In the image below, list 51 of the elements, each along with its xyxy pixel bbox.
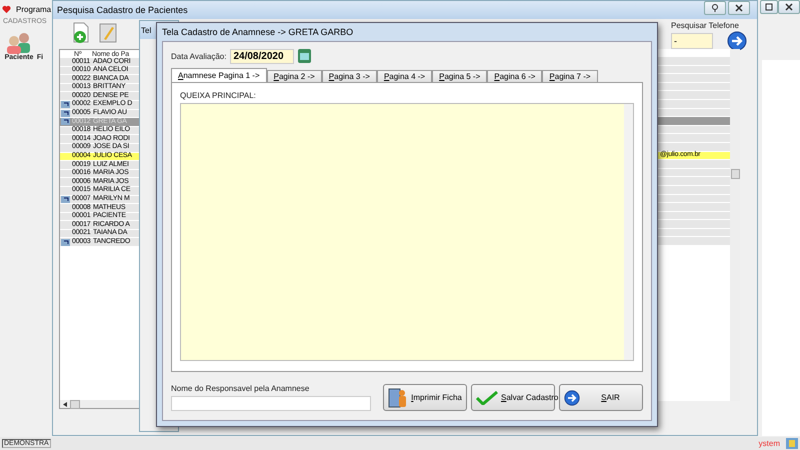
heart-icon — [2, 4, 11, 14]
tab[interactable]: Pagina 5 -> — [432, 70, 488, 82]
restore-icon — [765, 3, 773, 11]
tab[interactable]: Pagina 6 -> — [487, 70, 542, 82]
section-label: QUEIXA PRINCIPAL: — [180, 91, 257, 100]
scrollbar-thumb[interactable] — [731, 169, 740, 179]
link-icon — [61, 238, 70, 246]
phone-field[interactable]: - — [671, 33, 713, 49]
responsible-field[interactable] — [171, 396, 371, 411]
field-label: Pesquisar Telefone — [671, 21, 740, 30]
table-row[interactable] — [658, 160, 730, 169]
window-title: Pesquisa Cadastro de Pacientes — [57, 5, 188, 15]
window-title: Tel — [141, 26, 152, 34]
table-row[interactable] — [658, 203, 730, 212]
table-row[interactable] — [658, 177, 730, 186]
print-button[interactable]: Imprimir Ficha — [383, 384, 467, 411]
table-row[interactable] — [658, 57, 730, 66]
add-document-icon[interactable] — [71, 22, 91, 44]
table-row[interactable] — [658, 117, 730, 126]
restore-button[interactable] — [760, 0, 778, 14]
tab[interactable]: Pagina 7 -> — [542, 70, 598, 82]
tab[interactable]: Pagina 2 -> — [266, 70, 322, 82]
exit-button[interactable]: SAIR — [559, 384, 643, 411]
status-icon — [786, 438, 798, 449]
date-field[interactable]: 24/08/2020 — [230, 48, 294, 64]
people-icon — [5, 32, 33, 54]
table-row[interactable] — [658, 91, 730, 100]
help-button[interactable] — [704, 1, 726, 15]
table-row[interactable] — [658, 220, 730, 229]
edit-icon[interactable] — [99, 22, 117, 44]
table-row[interactable] — [658, 237, 730, 246]
close-icon — [735, 4, 743, 12]
field-label: Nome do Responsavel pela Anamnese — [171, 384, 310, 393]
tab[interactable]: Pagina 4 -> — [376, 70, 432, 82]
window-title: Tela Cadastro de Anamnese -> GRETA GARBO — [162, 27, 354, 37]
help-icon — [711, 4, 719, 12]
checkmark-icon — [476, 390, 498, 404]
table-row[interactable] — [658, 74, 730, 83]
tab[interactable]: Anamnese Pagina 1 -> — [171, 68, 267, 82]
person-document-icon — [388, 386, 408, 408]
close-button[interactable] — [728, 1, 750, 15]
field-label: Data Avaliação: — [171, 52, 226, 60]
close-button[interactable] — [778, 0, 800, 14]
tab[interactable]: Pagina 3 -> — [322, 70, 377, 82]
scrollbar-thumb[interactable] — [70, 400, 80, 408]
close-icon — [785, 3, 793, 11]
scroll-left-icon[interactable] — [63, 402, 67, 406]
calendar-icon[interactable] — [298, 49, 312, 63]
table-row[interactable] — [658, 134, 730, 143]
status-text: ystem — [758, 439, 780, 448]
window-title: Programa — [16, 4, 52, 14]
